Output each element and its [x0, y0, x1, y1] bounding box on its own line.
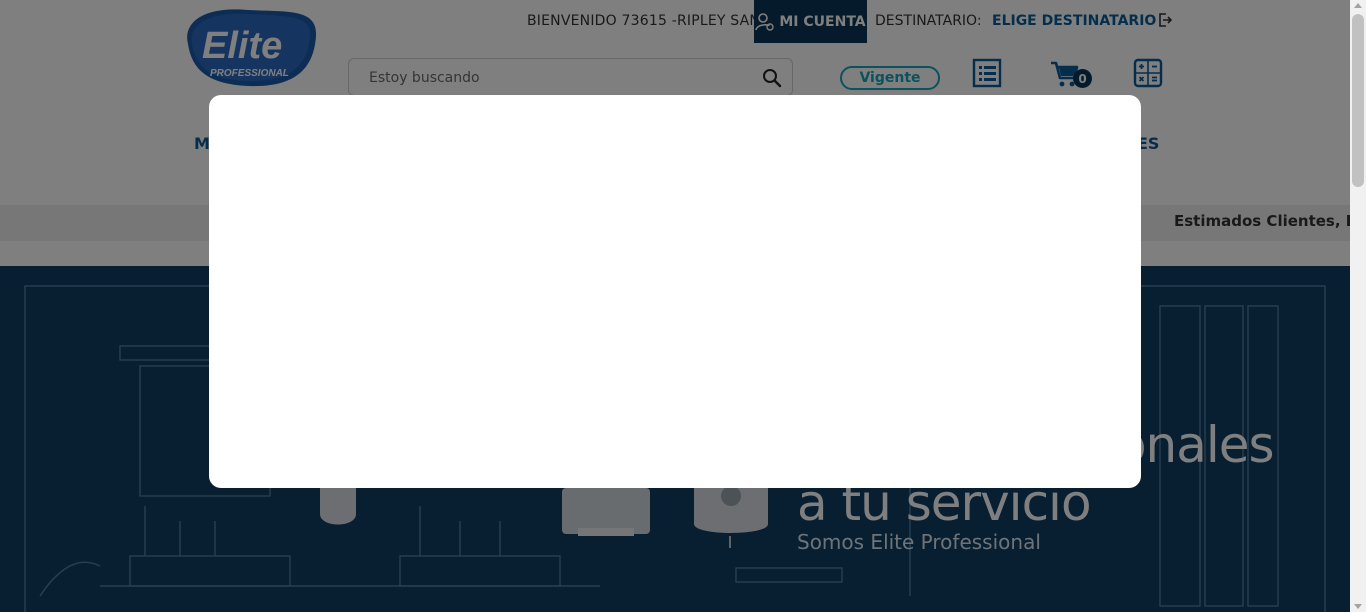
scrollbar-thumb[interactable]	[1352, 14, 1364, 187]
page-scrollbar[interactable]	[1350, 0, 1366, 612]
scroll-up-arrow-icon[interactable]	[1354, 3, 1362, 8]
scroll-down-arrow-icon[interactable]	[1354, 604, 1362, 609]
modal-dialog[interactable]	[209, 95, 1141, 488]
